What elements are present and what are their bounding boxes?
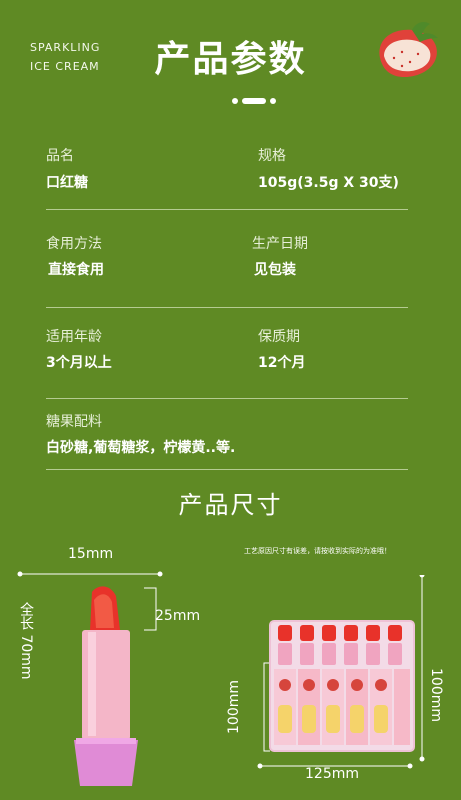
- lipstick-diagram: [17, 571, 163, 786]
- title-dots: [232, 98, 276, 106]
- method-label: 食用方法: [46, 236, 102, 252]
- size-note: 工艺原因尺寸有误差，请按收到实际的为准哦！: [244, 547, 391, 555]
- shelf-label: 保质期: [258, 329, 300, 345]
- ingredients-value: 白砂糖,葡萄糖浆，柠檬黄..等.: [46, 440, 236, 456]
- divider: [46, 469, 408, 470]
- method-value: 直接食用: [48, 262, 104, 278]
- age-value: 3个月以上: [46, 355, 112, 371]
- age-label: 适用年龄: [46, 329, 102, 345]
- box-height-left-label: 100mm: [226, 680, 242, 734]
- spec-value: 105g(3.5g X 30支): [258, 175, 399, 191]
- ingredients-label: 糖果配料: [46, 414, 102, 430]
- tip-label: 25mm: [155, 608, 201, 624]
- strawberry-icon: [379, 22, 438, 78]
- shelf-value: 12个月: [258, 355, 306, 371]
- name-label: 品名: [46, 148, 74, 164]
- divider: [46, 307, 408, 308]
- box-height-right-label: 100mm: [428, 668, 444, 722]
- date-value: 见包装: [254, 262, 296, 278]
- box-width-label: 125mm: [305, 766, 359, 782]
- date-label: 生产日期: [252, 236, 308, 252]
- spec-label: 规格: [258, 148, 286, 164]
- length-label: 全长 70mm: [18, 602, 34, 680]
- box-diagram: [257, 575, 425, 769]
- size-section-title: 产品尺寸: [178, 491, 283, 519]
- divider: [46, 398, 408, 399]
- divider: [46, 209, 408, 210]
- width-label: 15mm: [68, 546, 114, 562]
- name-value: 口红糖: [46, 175, 88, 191]
